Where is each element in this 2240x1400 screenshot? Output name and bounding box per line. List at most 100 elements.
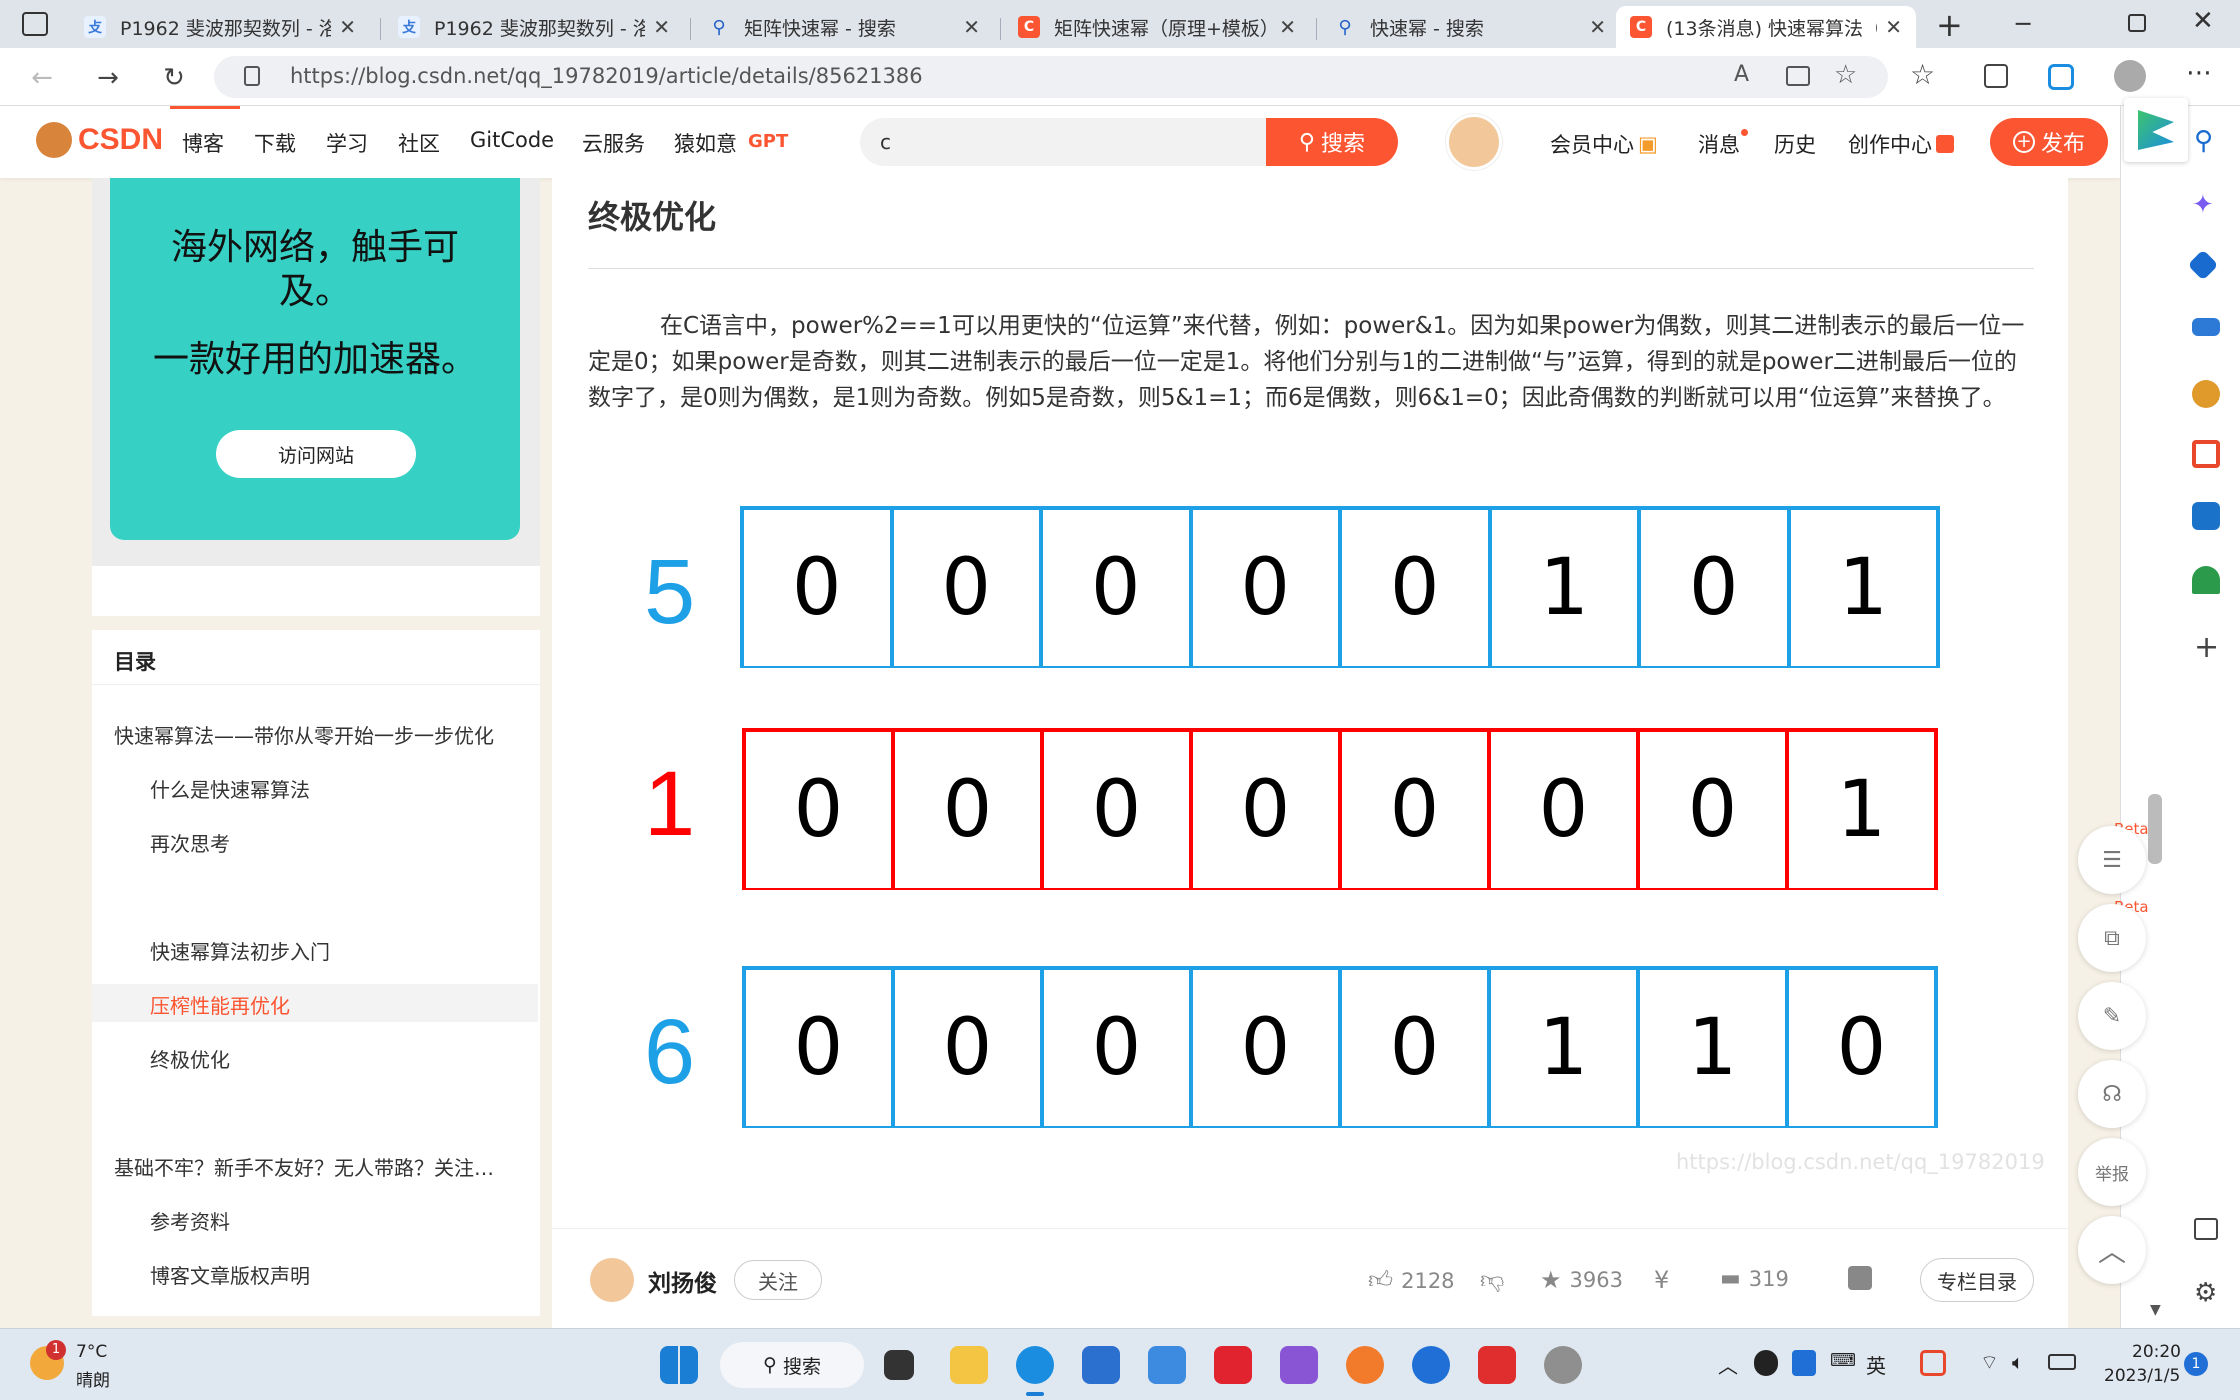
bing-chat-logo-icon[interactable] (2124, 98, 2188, 162)
browser-tab[interactable]: ⚲ 矩阵快速幂 - 搜索 ✕ (694, 6, 994, 48)
wifi-icon[interactable]: ⌔ (1980, 1350, 1999, 1375)
minimize-icon[interactable]: ─ (2016, 10, 2030, 38)
column-toc-button[interactable]: 专栏目录 (1920, 1258, 2034, 1302)
creator-center-link[interactable]: 创作中心 (1848, 129, 1954, 159)
photo-app-icon[interactable] (1544, 1346, 1582, 1384)
nav-learn[interactable]: 学习 (326, 128, 368, 158)
new-tab-plus-icon[interactable]: + (1936, 6, 1963, 44)
toc-item-active[interactable]: 压榨性能再优化 (150, 990, 290, 1019)
firefox-icon[interactable] (1346, 1346, 1384, 1384)
edit-button[interactable]: ✎ (2078, 982, 2146, 1050)
close-tab-icon[interactable]: ✕ (339, 15, 356, 39)
reward-button[interactable]: ¥ (1654, 1266, 1669, 1294)
restore-icon[interactable] (2128, 14, 2146, 32)
publish-button[interactable]: + 发布 (1990, 118, 2108, 166)
search-button[interactable]: ⚲ 搜索 (1266, 118, 1398, 166)
edge-sync-icon[interactable] (2048, 64, 2074, 90)
clock-time[interactable]: 20:20 (2132, 1342, 2181, 1362)
support-button[interactable]: ☊ (2078, 1060, 2146, 1128)
ime-language[interactable]: 英 (1866, 1350, 1886, 1379)
close-tab-icon[interactable]: ✕ (1589, 15, 1606, 39)
sidebar-copilot-icon[interactable]: ✦ (2192, 190, 2220, 220)
nav-gpt[interactable]: GPT (748, 131, 788, 152)
sidebar-tools-icon[interactable] (2192, 318, 2220, 336)
more-menu-icon[interactable]: ⋯ (2186, 58, 2212, 88)
site-search-input[interactable]: c (860, 118, 1270, 166)
visual-studio-icon[interactable] (1280, 1346, 1318, 1384)
user-avatar[interactable] (1446, 114, 1502, 170)
tray-chevron-icon[interactable]: ︿ (1718, 1350, 1738, 1379)
store-icon[interactable] (1082, 1346, 1120, 1384)
close-window-icon[interactable]: ✕ (2192, 6, 2214, 36)
forward-arrow-icon[interactable]: → (90, 60, 126, 96)
browser-tab-active[interactable]: C (13条消息) 快速幂算法（全 ✕ (1616, 6, 1916, 48)
history-link[interactable]: 历史 (1774, 129, 1816, 159)
favorites-icon[interactable]: ☆ (1910, 58, 1935, 91)
favorite-button[interactable]: ★ 3963 (1540, 1266, 1623, 1294)
favorite-star-icon[interactable]: ☆ (1834, 60, 1857, 90)
sidebar-office-icon[interactable] (2192, 440, 2220, 468)
teams-like-icon[interactable] (1148, 1346, 1186, 1384)
sidebar-outlook-icon[interactable] (2192, 502, 2220, 530)
toc-item[interactable]: 博客文章版权声明 (150, 1260, 310, 1289)
page-scroll-down-icon[interactable]: ▼ (2150, 1302, 2161, 1318)
nav-blog[interactable]: 博客 (182, 128, 224, 158)
close-tab-icon[interactable]: ✕ (963, 15, 980, 39)
file-explorer-icon[interactable] (950, 1346, 988, 1384)
volume-icon[interactable]: 🔈︎ (2012, 1350, 2024, 1374)
close-tab-icon[interactable]: ✕ (653, 15, 670, 39)
sidebar-games-icon[interactable] (2192, 380, 2220, 408)
report-button[interactable]: 举报 (2078, 1138, 2146, 1206)
csdn-tray-icon[interactable] (1920, 1350, 1946, 1376)
back-arrow-icon[interactable]: ← (24, 60, 60, 96)
messages-link[interactable]: 消息 (1698, 129, 1748, 159)
vip-center-link[interactable]: 会员中心 ▣ (1550, 129, 1658, 159)
ime-tray-icon[interactable]: ⌨ (1830, 1350, 1856, 1371)
follow-button[interactable]: 关注 (734, 1260, 822, 1300)
summary-button[interactable]: ☰ (2078, 826, 2146, 894)
back-to-top-button[interactable]: ︿ (2078, 1216, 2146, 1284)
close-tab-icon[interactable]: ✕ (1279, 15, 1296, 39)
screenshot-button[interactable]: ⧉ (2078, 904, 2146, 972)
nav-cloud[interactable]: 云服务 (582, 128, 645, 158)
wps-icon[interactable] (1478, 1346, 1516, 1384)
toc-item[interactable]: 快速幂算法——带你从零开始一步一步优化 (114, 720, 494, 749)
nav-download[interactable]: 下载 (254, 128, 296, 158)
browser-tab[interactable]: ⚲ 快速幂 - 搜索 ✕ (1320, 6, 1620, 48)
toc-item[interactable]: 终极优化 (150, 1044, 230, 1073)
author-name[interactable]: 刘扬俊 (648, 1264, 717, 1298)
sidebar-scrollbar[interactable] (2148, 794, 2162, 864)
clock-date[interactable]: 2023/1/5 (2104, 1366, 2180, 1386)
security-tray-icon[interactable] (1792, 1350, 1816, 1376)
nav-gitcode[interactable]: GitCode (470, 128, 554, 152)
sidebar-tree-icon[interactable] (2192, 566, 2220, 594)
browser-tab[interactable]: 攴 P1962 斐波那契数列 - 洛谷 ✕ (384, 6, 684, 48)
share-button[interactable] (1848, 1266, 1872, 1290)
dislike-button[interactable]: 👎︎ (1480, 1266, 1504, 1295)
sidebar-hide-icon[interactable] (2194, 1218, 2218, 1240)
task-view-icon[interactable] (884, 1350, 914, 1380)
browser-tab[interactable]: C 矩阵快速幂（原理+模板） ✕ (1004, 6, 1310, 48)
windows-start-icon[interactable] (660, 1346, 698, 1384)
notification-badge[interactable]: 1 (2184, 1352, 2208, 1376)
taskbar-search[interactable]: ⚲ 搜索 (720, 1342, 864, 1388)
kuaikan-icon[interactable] (1412, 1346, 1450, 1384)
nav-community[interactable]: 社区 (398, 128, 440, 158)
comment-button[interactable]: ▬ 319 (1720, 1266, 1789, 1291)
read-aloud-icon[interactable]: A (1734, 62, 1749, 87)
sidebar-add-icon[interactable]: + (2194, 630, 2219, 665)
csdn-logo[interactable]: CSDN (36, 122, 163, 158)
toc-item[interactable]: 再次思考 (150, 828, 230, 857)
immersive-reader-icon[interactable] (1786, 66, 1810, 86)
nav-yuanruyi[interactable]: 猿如意 (674, 128, 737, 158)
edge-browser-icon[interactable] (1016, 1346, 1054, 1384)
refresh-icon[interactable]: ↻ (156, 60, 192, 96)
qq-tray-icon[interactable] (1754, 1350, 1778, 1376)
author-avatar[interactable] (590, 1258, 634, 1302)
toc-item[interactable]: 基础不牢？新手不友好？无人带路？关注… (114, 1152, 494, 1181)
collections-icon[interactable] (1984, 64, 2008, 88)
profile-avatar-icon[interactable] (2114, 60, 2146, 92)
like-button[interactable]: 👍︎ 2128 (1368, 1266, 1455, 1295)
lock-icon[interactable] (244, 66, 260, 86)
toc-item[interactable]: 什么是快速幂算法 (150, 774, 310, 803)
